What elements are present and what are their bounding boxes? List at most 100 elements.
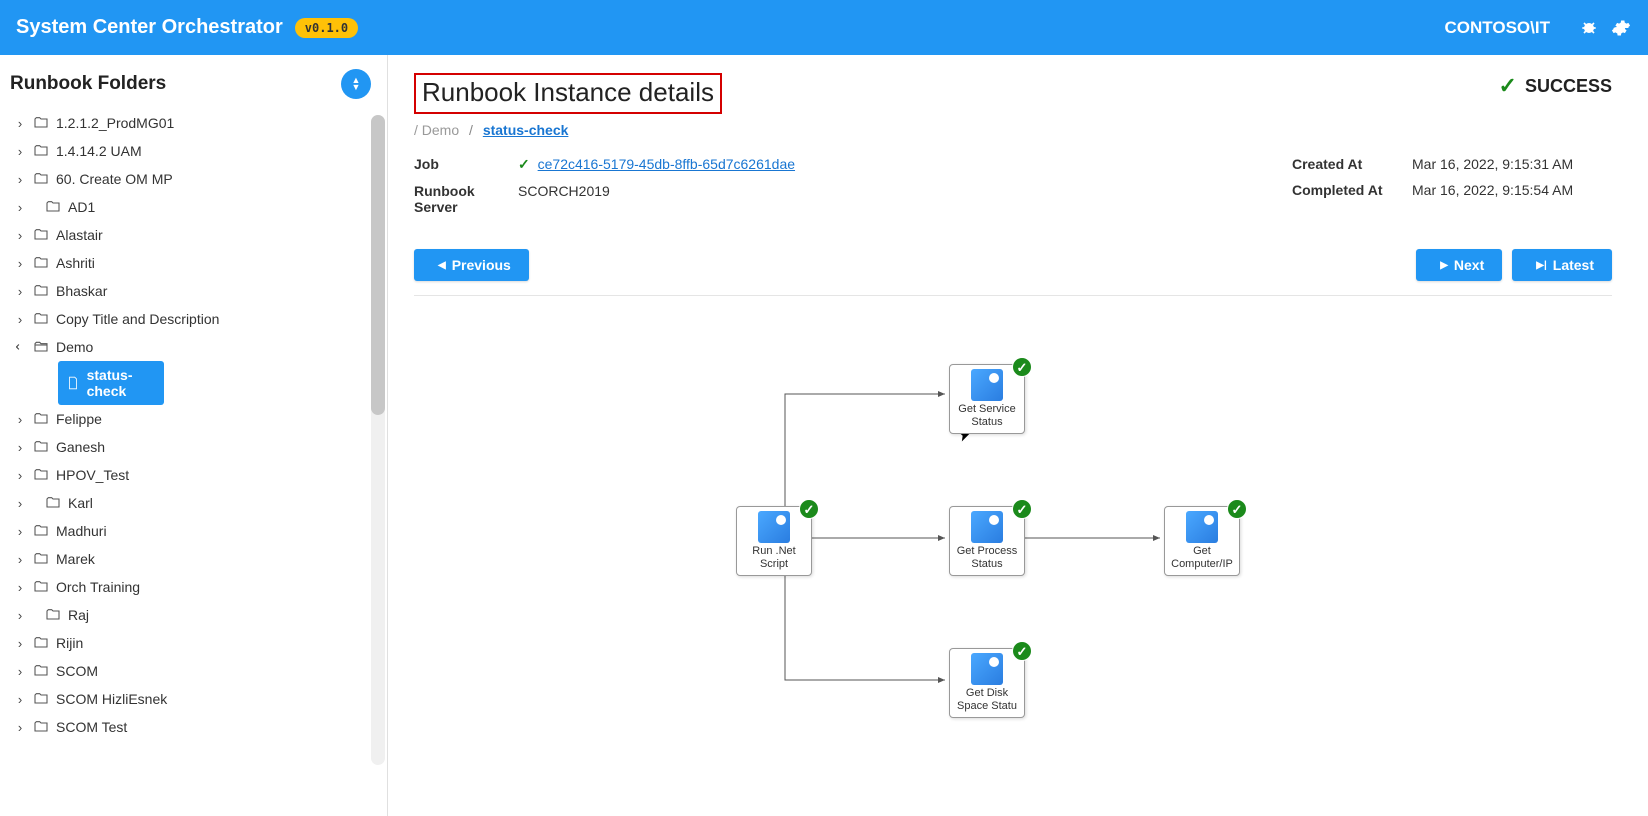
job-id-link[interactable]: ce72c416-5179-45db-8ffb-65d7c6261dae [538,156,795,172]
activity-node-get-computer-ip[interactable]: ✓Get Computer/IP [1164,506,1240,576]
tree-folder[interactable]: ›1.4.14.2 UAM [6,137,387,165]
tree-folder[interactable]: ›1.2.1.2_ProdMG01 [6,109,387,137]
folder-icon [32,718,50,736]
tree-folder[interactable]: › Raj [6,601,387,629]
chevron-right-icon: › [12,468,28,483]
sidebar-collapse-button[interactable]: ▲▼ [341,69,371,99]
tree-folder[interactable]: › 60. Create OM MP [6,165,387,193]
previous-button[interactable]: ◀ Previous [414,249,529,281]
latest-button[interactable]: ▶| Latest [1512,249,1612,281]
tree-folder[interactable]: ›SCOM [6,657,387,685]
folder-icon [32,662,50,680]
folder-icon [32,690,50,708]
folder-icon [44,494,62,512]
tree-folder[interactable]: ›Orch Training [6,573,387,601]
folder-icon [44,198,62,216]
folder-icon [32,634,50,652]
main-content: Runbook Instance details / Demo / status… [388,55,1648,816]
chevron-right-icon: › [12,664,28,679]
tree-folder[interactable]: ›Ashriti [6,249,387,277]
tree-folder[interactable]: › HPOV_Test [6,461,387,489]
app-header: System Center Orchestrator v0.1.0 CONTOS… [0,0,1648,55]
tree-file-selected[interactable]: status-check [58,361,164,405]
tree-label: SCOM Test [56,719,127,735]
chevron-right-icon: › [12,440,28,455]
tree-folder[interactable]: ›Ganesh [6,433,387,461]
app-title: System Center Orchestrator [16,16,283,39]
tree-folder[interactable]: ›SCOM Test [6,713,387,741]
folder-icon [44,606,62,624]
bug-icon[interactable] [1578,17,1600,39]
success-badge-icon: ✓ [799,499,819,519]
chevron-right-icon: › [12,580,28,595]
tree-label: 1.2.1.2_ProdMG01 [56,115,174,131]
tree-folder[interactable]: › AD1 [6,193,387,221]
tree-label: SCOM HizliEsnek [56,691,167,707]
tree-folder[interactable]: › Alastair [6,221,387,249]
folder-tree: ›1.2.1.2_ProdMG01›1.4.14.2 UAM›60. Creat… [0,107,387,816]
next-button[interactable]: ▶ Next [1416,249,1502,281]
tree-label: Alastair [56,227,103,243]
chevron-right-icon: › [12,552,28,567]
status-badge: ✓ SUCCESS [1499,73,1612,99]
server-value: SCORCH2019 [518,183,1232,215]
triangle-left-icon: ◀ [438,260,446,271]
chevron-right-icon: › [12,692,28,707]
breadcrumb-current[interactable]: status-check [483,122,569,138]
tree-label: Copy Title and Description [56,311,219,327]
activity-node-run-net-script[interactable]: ✓Run .Net Script [736,506,812,576]
completed-value: Mar 16, 2022, 9:15:54 AM [1412,182,1612,198]
activity-icon [971,369,1003,401]
breadcrumb-parent[interactable]: Demo [422,122,459,138]
tree-label: Rijin [56,635,83,651]
chevron-right-icon: › [12,412,28,427]
sidebar: Runbook Folders ▲▼ ›1.2.1.2_ProdMG01›1.4… [0,55,388,816]
activity-node-get-process-status[interactable]: ✓Get Process Status [949,506,1025,576]
page-title-highlight: Runbook Instance details [414,73,722,114]
tree-folder[interactable]: › SCOM HizliEsnek [6,685,387,713]
success-badge-icon: ✓ [1012,357,1032,377]
chevron-right-icon: › [12,256,28,271]
tree-label: Karl [68,495,93,511]
tree-folder[interactable]: ›Karl [6,489,387,517]
chevron-right-icon: › [12,524,28,539]
triangle-right-icon: ▶ [1440,260,1448,271]
sidebar-title: Runbook Folders [10,73,166,95]
tree-folder[interactable]: ›Bhaskar [6,277,387,305]
folder-icon [32,254,50,272]
server-label: Runbook Server [414,183,518,215]
tree-folder[interactable]: ›Copy Title and Description [6,305,387,333]
tree-folder[interactable]: ⌄Demo [6,333,387,361]
folder-icon [32,438,50,456]
job-label: Job [414,156,518,173]
sidebar-scrollbar[interactable] [371,115,385,765]
file-icon [66,374,81,392]
tree-label: Bhaskar [56,283,107,299]
tree-label: AD1 [68,199,95,215]
chevron-right-icon: › [12,228,28,243]
tree-label: 1.4.14.2 UAM [56,143,142,159]
check-icon: ✓ [1499,73,1517,99]
activity-label: Get Process Status [950,545,1024,571]
tree-label: HPOV_Test [56,467,129,483]
tree-label: Marek [56,551,95,567]
activity-node-get-disk-space[interactable]: ✓Get Disk Space Statu [949,648,1025,718]
tree-label: Raj [68,607,89,623]
activity-icon [971,653,1003,685]
folder-icon [32,114,50,132]
chevron-right-icon: › [12,172,28,187]
chevron-right-icon: › [12,200,28,215]
skip-end-icon: ▶| [1536,260,1547,271]
folder-icon [32,170,50,188]
instance-nav-bar: ◀ Previous ▶ Next ▶| Latest [414,249,1612,296]
activity-node-get-service-status[interactable]: ✓Get Service Status [949,364,1025,434]
tree-folder[interactable]: ›Felippe [6,405,387,433]
tree-folder[interactable]: › Marek [6,545,387,573]
workflow-canvas[interactable]: ➤ ✓Run .Net Script✓Get Service Status✓Ge… [414,316,1612,736]
tree-folder[interactable]: ›Rijin [6,629,387,657]
settings-gear-icon[interactable] [1610,17,1632,39]
chevron-right-icon: › [12,608,28,623]
tree-folder[interactable]: ›Madhuri [6,517,387,545]
tree-label: 60. Create OM MP [56,171,173,187]
activity-label: Get Service Status [950,403,1024,429]
